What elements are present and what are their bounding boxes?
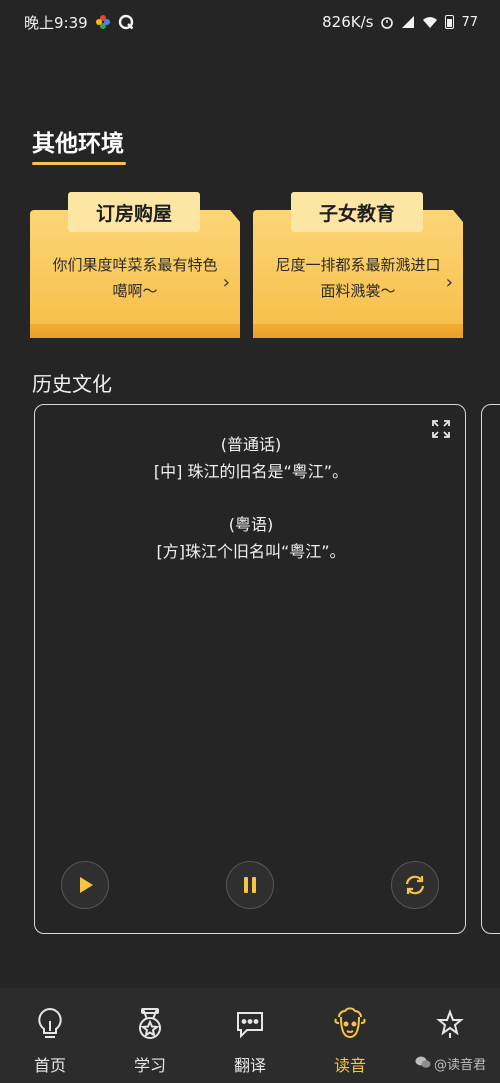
battery-level: 77 bbox=[461, 14, 478, 30]
play-button[interactable] bbox=[61, 861, 109, 909]
watermark-text: @读音君 bbox=[433, 1058, 486, 1073]
nav-item-study[interactable]: 学习 bbox=[100, 988, 200, 1083]
section-title: 其他环境 bbox=[32, 131, 124, 157]
chat-bubble-icon bbox=[235, 1006, 265, 1042]
section-underline bbox=[32, 162, 126, 165]
battery-icon bbox=[445, 15, 455, 29]
star-sparkle-icon bbox=[435, 1006, 465, 1042]
folder-tab-label: 订房购屋 bbox=[68, 192, 200, 232]
app-q-icon bbox=[118, 14, 134, 30]
chevron-right-icon: › bbox=[445, 272, 453, 293]
folder-card-education[interactable]: 子女教育 尼度一排都系最新溅进口面料溅裳～ › bbox=[253, 192, 463, 338]
mandarin-label: (普通话) bbox=[220, 435, 282, 454]
medal-icon bbox=[135, 1006, 165, 1042]
cantonese-text: [方]珠江个旧名叫“粤江”。 bbox=[156, 542, 346, 561]
nav-label: 翻译 bbox=[233, 1056, 266, 1075]
mandarin-text: [中] 珠江的旧名是“粤江”。 bbox=[153, 462, 349, 481]
nav-item-pronunciation[interactable]: 读音 bbox=[300, 988, 400, 1083]
nav-item-home[interactable]: 首页 bbox=[0, 988, 100, 1083]
nav-label: 学习 bbox=[133, 1056, 166, 1075]
pause-button[interactable] bbox=[226, 861, 274, 909]
folder-text: 你们果度咩菜系最有特色噶啊～ bbox=[52, 256, 218, 300]
cantonese-label: (粤语) bbox=[228, 515, 274, 534]
phrase-card[interactable]: (普通话) [中] 珠江的旧名是“粤江”。 (粤语) [方]珠江个旧名叫“粤江”… bbox=[34, 404, 466, 934]
folder-text: 尼度一排都系最新溅进口面料溅裳～ bbox=[275, 256, 441, 300]
next-card-peek[interactable] bbox=[481, 404, 500, 934]
wifi-icon bbox=[422, 15, 438, 29]
sheep-icon bbox=[333, 1006, 367, 1042]
folder-card-housing[interactable]: 订房购屋 你们果度咩菜系最有特色噶啊～ › bbox=[30, 192, 240, 338]
network-speed: 826K/s bbox=[322, 13, 374, 31]
lightbulb-icon bbox=[36, 1006, 64, 1042]
watermark: @读音君 bbox=[415, 1054, 486, 1073]
nav-label: 首页 bbox=[33, 1056, 66, 1075]
pause-icon bbox=[244, 877, 256, 893]
chevron-right-icon: › bbox=[222, 272, 230, 293]
folder-tab-label: 子女教育 bbox=[291, 192, 423, 232]
replay-button[interactable] bbox=[391, 861, 439, 909]
app-pinwheel-icon bbox=[95, 14, 111, 30]
play-icon bbox=[80, 877, 93, 893]
refresh-icon bbox=[405, 875, 425, 895]
history-title: 历史文化 bbox=[32, 372, 112, 396]
nav-item-translate[interactable]: 翻译 bbox=[200, 988, 300, 1083]
status-bar: 晚上9:39 826K/s 77 bbox=[0, 0, 500, 44]
alarm-icon bbox=[380, 15, 394, 29]
nav-label: 读音 bbox=[333, 1056, 366, 1075]
screen: 晚上9:39 826K/s 77 其他环境 订房购屋 你们果度咩菜系最有特色噶啊… bbox=[0, 0, 500, 1083]
status-time: 晚上9:39 bbox=[24, 13, 88, 32]
wechat-icon bbox=[415, 1055, 431, 1073]
signal-icon bbox=[401, 15, 415, 29]
